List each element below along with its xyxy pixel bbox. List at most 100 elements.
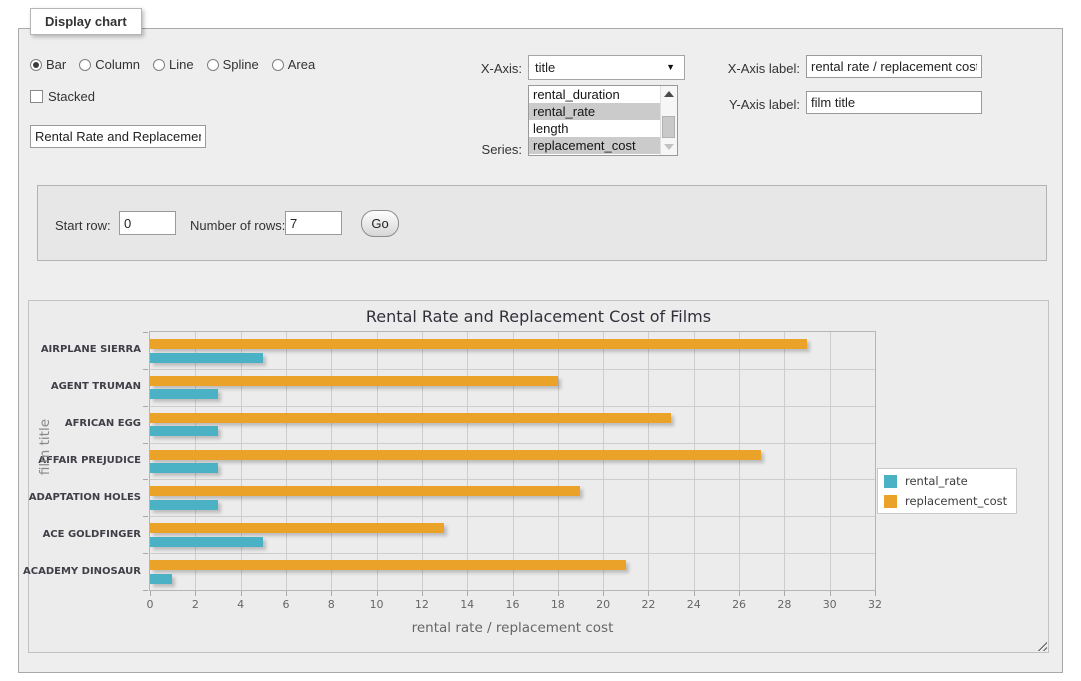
x-tick-label: 6 bbox=[268, 598, 304, 611]
y-tick-mark bbox=[143, 479, 148, 480]
category-label-text: AFFAIR PREJUDICE bbox=[38, 455, 141, 466]
x-tick-mark bbox=[830, 591, 831, 596]
legend-swatch bbox=[884, 475, 897, 488]
radio-button-icon[interactable] bbox=[207, 59, 219, 71]
radio-button-icon[interactable] bbox=[79, 59, 91, 71]
series-multiselect[interactable]: rental_durationrental_ratelengthreplacem… bbox=[528, 85, 678, 156]
x-tick-mark bbox=[286, 591, 287, 596]
gridline-vertical bbox=[603, 332, 604, 590]
x-tick-label: 26 bbox=[721, 598, 757, 611]
x-tick-mark bbox=[467, 591, 468, 596]
radio-button-icon[interactable] bbox=[272, 59, 284, 71]
gridline-vertical bbox=[377, 332, 378, 590]
category-label: AGENT TRUMAN bbox=[31, 381, 141, 392]
gridline-vertical bbox=[648, 332, 649, 590]
scroll-thumb[interactable] bbox=[662, 116, 675, 138]
start-row-input[interactable] bbox=[119, 211, 176, 235]
x-tick-mark bbox=[784, 591, 785, 596]
number-of-rows-label: Number of rows: bbox=[190, 218, 285, 233]
chart-type-label: Spline bbox=[223, 57, 259, 72]
x-tick-label: 0 bbox=[132, 598, 168, 611]
x-tick-label: 14 bbox=[449, 598, 485, 611]
bar-rental_rate bbox=[150, 500, 218, 510]
x-axis-selected-value: title bbox=[535, 60, 555, 75]
gridline-vertical bbox=[331, 332, 332, 590]
y-tick-mark bbox=[143, 369, 148, 370]
chart-type-bar[interactable]: Bar bbox=[30, 57, 66, 72]
gridline-horizontal bbox=[150, 516, 875, 517]
stacked-checkbox[interactable] bbox=[30, 90, 43, 103]
chart-type-column[interactable]: Column bbox=[79, 57, 140, 72]
chart-type-line[interactable]: Line bbox=[153, 57, 194, 72]
gridline-horizontal bbox=[150, 406, 875, 407]
gridline-vertical bbox=[739, 332, 740, 590]
gridline-vertical bbox=[241, 332, 242, 590]
x-axis-label-label: X-Axis label: bbox=[700, 61, 800, 76]
stacked-label: Stacked bbox=[48, 89, 95, 104]
legend-label: replacement_cost bbox=[905, 494, 1007, 508]
series-option-length[interactable]: length bbox=[529, 120, 661, 137]
chart-type-label: Area bbox=[288, 57, 315, 72]
series-option-rental_rate[interactable]: rental_rate bbox=[529, 103, 661, 120]
x-tick-mark bbox=[875, 591, 876, 596]
number-of-rows-input[interactable] bbox=[285, 211, 342, 235]
x-tick-label: 2 bbox=[177, 598, 213, 611]
series-select-label: Series: bbox=[450, 142, 522, 157]
gridline-vertical bbox=[286, 332, 287, 590]
x-tick-label: 30 bbox=[812, 598, 848, 611]
category-label-text: ACADEMY DINOSAUR bbox=[23, 566, 141, 577]
y-tick-mark bbox=[143, 516, 148, 517]
resize-grip-icon[interactable] bbox=[1035, 639, 1047, 651]
legend-entry-replacement_cost: replacement_cost bbox=[884, 494, 1007, 508]
y-axis-label-input[interactable] bbox=[806, 91, 982, 114]
chart-title: Rental Rate and Replacement Cost of Film… bbox=[29, 307, 1048, 326]
gridline-horizontal bbox=[150, 443, 875, 444]
start-row-label: Start row: bbox=[55, 218, 111, 233]
stacked-option[interactable]: Stacked bbox=[30, 89, 95, 104]
x-tick-mark bbox=[558, 591, 559, 596]
x-tick-mark bbox=[648, 591, 649, 596]
category-label: ADAPTATION HOLES bbox=[31, 492, 141, 503]
panel-legend: Display chart bbox=[30, 8, 142, 35]
gridline-vertical bbox=[784, 332, 785, 590]
x-axis-label-input[interactable] bbox=[806, 55, 982, 78]
x-axis-select[interactable]: title ▼ bbox=[528, 55, 685, 80]
chart-type-label: Line bbox=[169, 57, 194, 72]
x-tick-mark bbox=[195, 591, 196, 596]
chart-title-input[interactable] bbox=[30, 125, 206, 148]
gridline-vertical bbox=[513, 332, 514, 590]
bar-rental_rate bbox=[150, 426, 218, 436]
gridline-vertical bbox=[467, 332, 468, 590]
chevron-down-icon: ▼ bbox=[666, 62, 675, 72]
chart-type-spline[interactable]: Spline bbox=[207, 57, 259, 72]
scroll-down-icon[interactable] bbox=[664, 144, 674, 150]
page: Display chart Bar Column Line Spline Area St… bbox=[0, 0, 1081, 681]
bar-replacement_cost bbox=[150, 450, 761, 460]
x-tick-mark bbox=[513, 591, 514, 596]
bar-rental_rate bbox=[150, 463, 218, 473]
scroll-up-icon[interactable] bbox=[664, 91, 674, 97]
y-tick-mark bbox=[143, 443, 148, 444]
panel-legend-title: Display chart bbox=[45, 14, 127, 29]
y-tick-mark bbox=[143, 590, 148, 591]
series-option-replacement_cost[interactable]: replacement_cost bbox=[529, 137, 661, 154]
bar-replacement_cost bbox=[150, 560, 626, 570]
gridline-horizontal bbox=[150, 553, 875, 554]
gridline-vertical bbox=[694, 332, 695, 590]
radio-button-icon[interactable] bbox=[153, 59, 165, 71]
chart-type-area[interactable]: Area bbox=[272, 57, 315, 72]
x-tick-mark bbox=[603, 591, 604, 596]
x-tick-mark bbox=[739, 591, 740, 596]
plot-area bbox=[149, 331, 876, 591]
x-tick-label: 16 bbox=[495, 598, 531, 611]
y-tick-mark bbox=[143, 406, 148, 407]
go-button[interactable]: Go bbox=[361, 210, 399, 237]
series-option-rental_duration[interactable]: rental_duration bbox=[529, 86, 661, 103]
chart-type-label: Bar bbox=[46, 57, 66, 72]
x-tick-label: 12 bbox=[404, 598, 440, 611]
series-scrollbar[interactable] bbox=[660, 86, 677, 155]
x-tick-label: 28 bbox=[766, 598, 802, 611]
category-label: ACADEMY DINOSAUR bbox=[31, 566, 141, 577]
gridline-horizontal bbox=[150, 479, 875, 480]
radio-button-icon[interactable] bbox=[30, 59, 42, 71]
